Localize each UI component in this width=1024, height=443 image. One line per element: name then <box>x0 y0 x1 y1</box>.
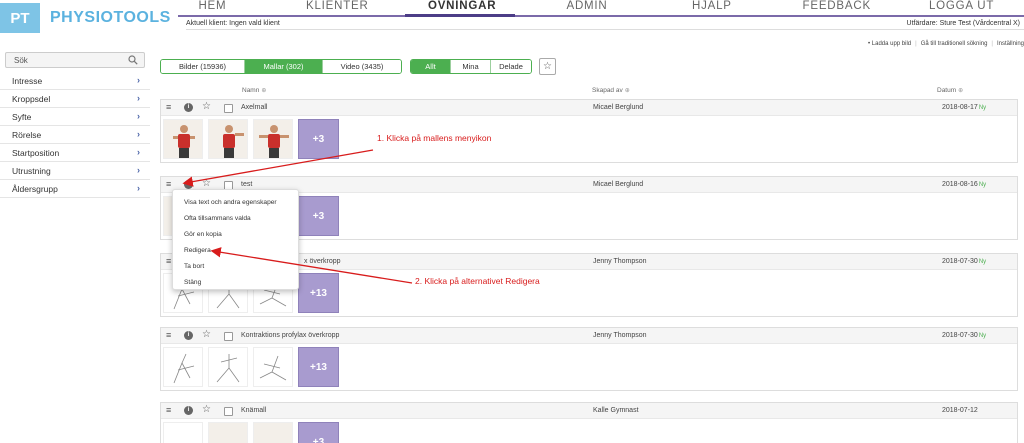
annotation-arrows <box>182 149 413 284</box>
arrow-to-menu-icon <box>182 149 374 187</box>
annotation-step-2: 2. Klicka på alternativet Redigera <box>415 276 540 286</box>
arrow-to-edit-option <box>210 247 413 284</box>
annotation-step-1: 1. Klicka på mallens menyikon <box>377 133 492 143</box>
